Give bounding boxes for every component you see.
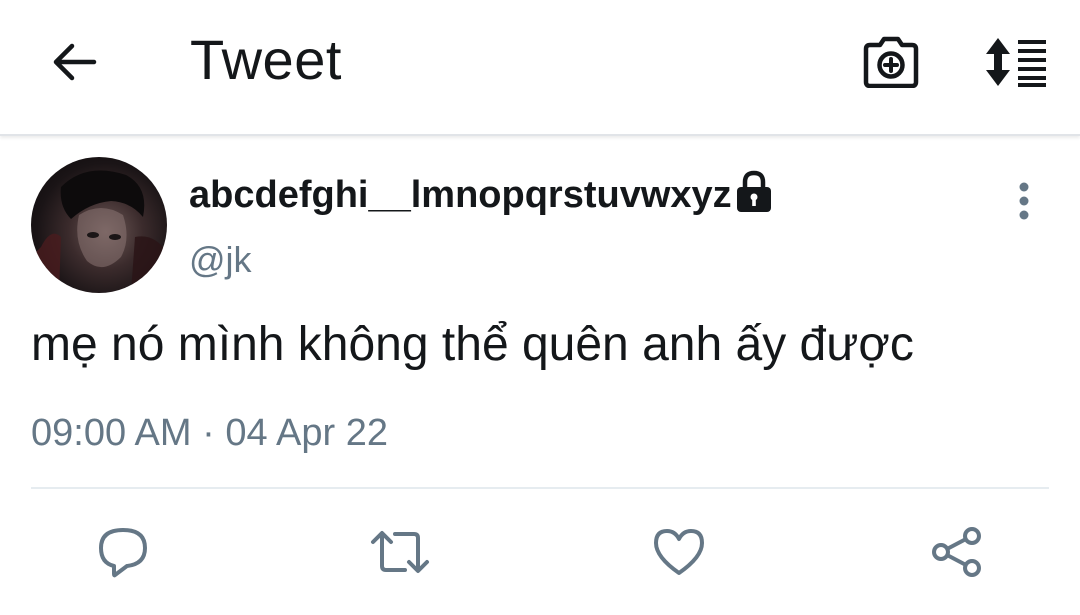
tweet-text: mẹ nó mình không thể quên anh ấy được [31,318,914,371]
app-bar: Tweet [0,0,1080,136]
tweet-timestamp[interactable]: 09:00 AM · 04 Apr 22 [31,410,388,456]
sort-button[interactable] [978,32,1056,92]
user-handle[interactable]: @jk [189,238,252,282]
share-icon [932,527,981,577]
lock-icon [737,170,771,212]
camera-button[interactable] [858,32,924,92]
like-button[interactable] [647,520,711,584]
more-options-button[interactable] [1004,176,1044,226]
sort-list-icon [986,38,1046,87]
retweet-icon [371,531,429,573]
page-title: Tweet [190,28,342,91]
share-button[interactable] [925,520,989,584]
avatar-photo [31,170,167,293]
avatar[interactable] [31,157,167,293]
display-name[interactable]: abcdefghi__lmnopqrstuvwxyz [189,172,732,218]
divider [31,487,1049,489]
arrow-left-icon [53,43,97,81]
retweet-button[interactable] [368,520,432,584]
camera-plus-icon [863,36,919,88]
comment-icon [99,528,147,578]
back-button[interactable] [44,34,104,90]
heart-icon [654,529,704,575]
reply-button[interactable] [91,520,155,584]
more-vertical-icon [1019,182,1029,220]
